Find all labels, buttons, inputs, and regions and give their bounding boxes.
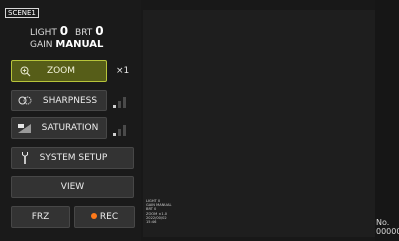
brt-value: 0 [95,24,104,38]
freeze-label: FRZ [31,212,50,222]
sharpness-icon [16,95,34,107]
zoom-label: ZOOM [46,66,76,76]
brt-label: BRT [75,28,93,38]
light-brt-line: LIGHT 0 BRT 0 [30,25,104,39]
saturation-bar [113,133,116,136]
zoom-button[interactable]: ZOOM [11,60,107,82]
sharpness-level [113,97,127,108]
record-content: REC [75,212,134,222]
record-label: REC [99,212,119,222]
record-button[interactable]: REC [74,206,135,228]
scene-badge: SCENE1 [5,8,39,18]
right-strip [375,0,399,241]
number-value: 00000 [376,227,399,236]
saturation-bar [118,129,121,136]
wrench-icon [16,152,34,164]
saturation-label: SATURATION [41,123,99,133]
number-label: No. [376,218,390,227]
video-overlay-info: LIGHT 0 GAIN MANUAL BRT 0 ZOOM ×1.0 2022… [146,199,171,224]
sharpness-bar [113,105,116,108]
sharpness-bar [123,97,126,108]
saturation-bar [123,125,126,136]
record-dot-icon [90,213,97,219]
light-value: 0 [59,24,69,38]
gain-line: GAIN MANUAL [30,39,103,51]
system-setup-button[interactable]: SYSTEM SETUP [11,147,134,169]
freeze-button[interactable]: FRZ [11,206,70,228]
view-label: VIEW [60,182,85,192]
view-button[interactable]: VIEW [11,176,134,198]
magnifier-plus-icon [16,65,34,77]
zoom-level: ×1 [116,66,130,76]
system-setup-label: SYSTEM SETUP [39,153,108,163]
sharpness-label: SHARPNESS [42,95,98,106]
gain-value: MANUAL [55,39,104,50]
video-view [143,10,375,237]
light-label: LIGHT [30,28,57,38]
overlay-line: 15:46 [146,220,157,225]
image-number: No. 00000 [376,218,399,236]
sharpness-bar [118,101,121,108]
saturation-button[interactable]: SATURATION [11,117,107,139]
saturation-level [113,125,127,136]
sharpness-button[interactable]: SHARPNESS [11,90,107,111]
status-info: SCENE1 LIGHT 0 BRT 0 GAIN MANUAL [5,5,135,57]
saturation-icon [16,122,34,134]
gain-label: GAIN [30,40,53,50]
